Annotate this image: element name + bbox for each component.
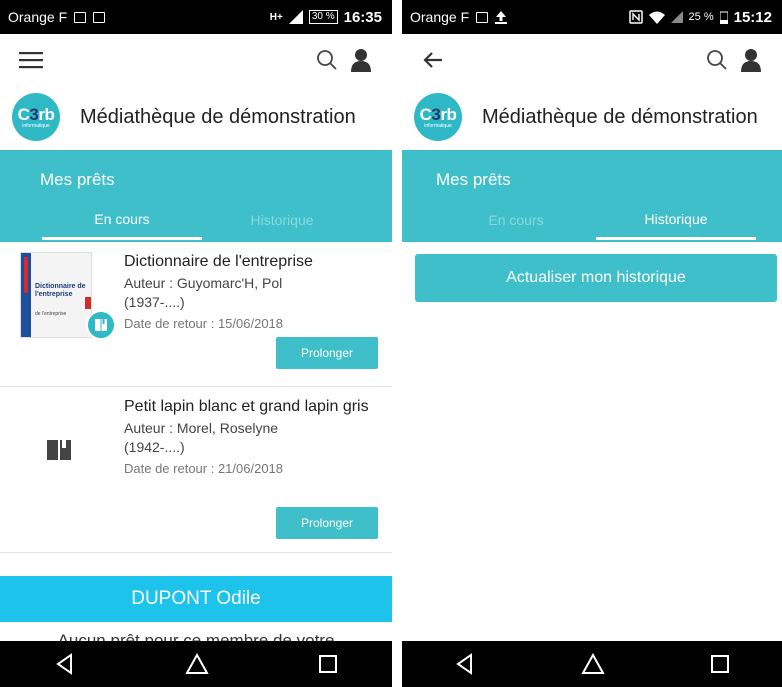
nfc-icon [628, 10, 643, 24]
status-bar: Orange F H+ 30 % 16:35 [0, 0, 392, 34]
tab-current[interactable]: En cours [42, 200, 202, 240]
recents-nav-icon[interactable] [710, 654, 730, 674]
back-arrow-icon [423, 52, 442, 68]
list-item[interactable]: Dictionnaire de l'entreprise de l'entrep… [0, 242, 392, 387]
section-title: Mes prêts [40, 170, 115, 189]
wifi-icon [648, 11, 665, 24]
gallery-notification-icon [476, 11, 489, 23]
section-title: Mes prêts [436, 170, 511, 189]
loan-tabs: En cours Historique [436, 200, 782, 240]
account-icon [351, 49, 371, 72]
list-item[interactable]: Petit lapin blanc et grand lapin gris Au… [0, 387, 392, 553]
battery-icon [719, 11, 728, 24]
loan-tabs: En cours Historique [42, 200, 392, 240]
search-button[interactable] [700, 43, 734, 77]
carrier-label: Orange F [410, 9, 470, 25]
return-date: Date de retour : 21/06/2018 [124, 461, 284, 476]
loans-header: Mes prêts En cours Historique [402, 150, 782, 242]
author-years: (1937-....) [124, 294, 185, 310]
tab-history[interactable]: Historique [202, 200, 362, 240]
document-type-badge [86, 310, 116, 340]
search-button[interactable] [310, 43, 344, 77]
loan-author: Auteur : Morel, Roselyne [124, 420, 279, 436]
library-title: Médiathèque de démonstration [80, 105, 356, 128]
tab-current[interactable]: En cours [436, 200, 596, 240]
return-date: Date de retour : 15/06/2018 [124, 316, 284, 331]
author-years: (1942-....) [124, 439, 185, 455]
signal-icon [670, 11, 683, 23]
back-nav-icon[interactable] [454, 653, 476, 675]
gallery-notification-icon [74, 11, 87, 23]
library-title: Médiathèque de démonstration [482, 105, 758, 128]
loan-title[interactable]: Dictionnaire de l'entreprise [124, 252, 378, 272]
extend-loan-button[interactable]: Prolonger [276, 507, 378, 539]
refresh-history-button[interactable]: Actualiser mon historique [415, 254, 777, 302]
account-button[interactable] [344, 43, 378, 77]
tab-history[interactable]: Historique [596, 200, 756, 240]
phone-screen-history: Orange F 25 % 15:12 C3rb informatique Mé… [402, 0, 782, 687]
loan-title[interactable]: Petit lapin blanc et grand lapin gris [124, 397, 378, 417]
back-nav-icon[interactable] [54, 653, 76, 675]
app-bar [0, 34, 392, 86]
carrier-label: Orange F [8, 9, 68, 25]
book-cover: Dictionnaire de l'entreprise de l'entrep… [20, 252, 92, 338]
recents-nav-icon[interactable] [318, 654, 338, 674]
battery-level: 25 % [688, 11, 714, 23]
menu-button[interactable] [14, 43, 48, 77]
book-icon [47, 440, 71, 460]
phone-screen-current-loans: Orange F H+ 30 % 16:35 C3rb informatique… [0, 0, 392, 687]
library-logo: C3rb informatique [414, 93, 462, 141]
home-nav-icon[interactable] [581, 653, 605, 675]
extend-loan-button[interactable]: Prolonger [276, 337, 378, 369]
search-icon [707, 50, 727, 70]
loan-list: Dictionnaire de l'entreprise de l'entrep… [0, 242, 392, 553]
account-button[interactable] [734, 43, 768, 77]
android-nav-bar [402, 641, 782, 687]
status-bar: Orange F 25 % 15:12 [402, 0, 782, 34]
network-type-label: H+ [269, 11, 283, 23]
account-icon [741, 49, 761, 72]
back-button[interactable] [416, 43, 450, 77]
loan-author: Auteur : Guyomarc'H, Pol [124, 275, 283, 291]
brand-header: C3rb informatique Médiathèque de démonst… [402, 86, 782, 148]
book-icon [95, 319, 107, 331]
signal-icon [288, 10, 303, 24]
android-nav-bar [0, 641, 392, 687]
upload-notification-icon [495, 10, 508, 24]
sim-notification-icon [93, 11, 106, 23]
clock: 16:35 [343, 8, 382, 26]
member-header[interactable]: DUPONT Odile [0, 576, 392, 622]
battery-level: 30 % [308, 10, 338, 24]
clock: 15:12 [733, 8, 772, 26]
home-nav-icon[interactable] [185, 653, 209, 675]
library-logo: C3rb informatique [12, 93, 60, 141]
brand-header: C3rb informatique Médiathèque de démonst… [0, 86, 392, 148]
hamburger-menu-icon [19, 52, 43, 69]
app-bar [402, 34, 782, 86]
search-icon [317, 50, 337, 70]
loans-header: Mes prêts En cours Historique [0, 150, 392, 242]
